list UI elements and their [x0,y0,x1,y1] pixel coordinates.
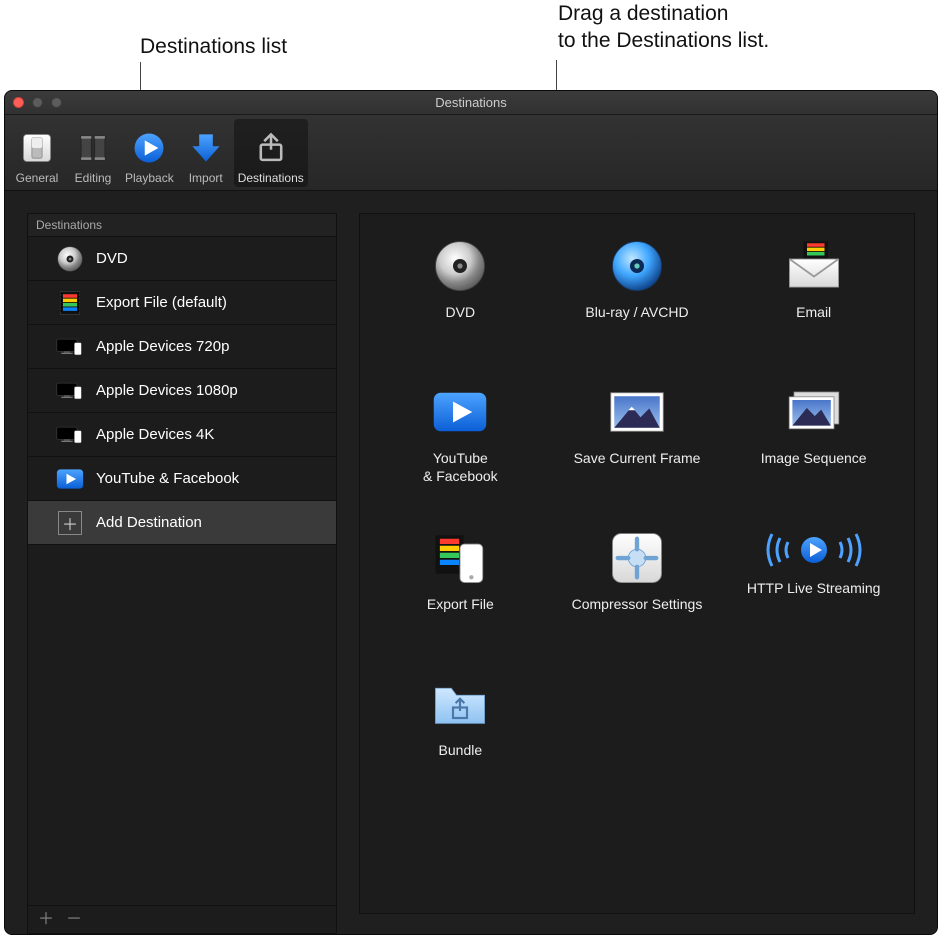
destinations-grid-panel: DVD Blu-ray / AVCHD Email YouTube& Facebook… [359,213,915,914]
list-item-label: DVD [96,250,128,267]
destinations-sidebar: Destinations DVD Export File (default) App… [27,213,337,934]
clip-icon [76,131,110,165]
film-phone-icon [432,530,488,586]
destination-tile[interactable]: DVD [376,238,545,348]
picture-stack-icon [786,384,842,440]
film-phone-icon [432,530,488,586]
destination-tile[interactable]: Image Sequence [729,384,898,494]
toolbar-tab-label: Playback [125,171,174,185]
add-button[interactable]: ＋ [38,912,54,928]
destination-tile[interactable]: Export File [376,530,545,640]
destination-tile-label: Image Sequence [761,450,867,468]
switch-icon [20,131,54,165]
youtube-icon [432,384,488,440]
disc-blue-icon [609,238,665,294]
toolbar-tab-editing[interactable]: Editing [65,119,121,187]
plus-box-icon: ＋ [56,509,84,537]
destinations-grid: DVD Blu-ray / AVCHD Email YouTube& Facebook… [376,238,898,786]
list-item-label: Export File (default) [96,294,227,311]
sidebar-header: Destinations [28,214,336,237]
preferences-toolbar: General Editing Playback Import Destinations [5,115,937,191]
share-icon [254,131,288,165]
play-icon [132,131,166,165]
http-stream-icon [766,530,862,570]
toolbar-tab-label: Editing [75,171,112,185]
destination-tile-label: Blu-ray / AVCHD [585,304,688,322]
share-icon [254,131,288,165]
destination-tile[interactable]: Blu-ray / AVCHD [553,238,722,348]
toolbar-tab-import[interactable]: Import [178,119,234,187]
list-item-label: Apple Devices 720p [96,338,229,355]
sidebar-footer: ＋ － [28,905,336,933]
compressor-icon [609,530,665,586]
destination-tile-label: Bundle [439,742,483,760]
destination-tile-label: Compressor Settings [572,596,703,614]
destinations-list[interactable]: DVD Export File (default) Apple Devices 72… [28,237,336,905]
compressor-icon [609,530,665,586]
disc-blue-icon [609,238,665,294]
list-item-label: Apple Devices 4K [96,426,214,443]
callout-label: to the Destinations list. [558,27,769,54]
toolbar-tab-playback[interactable]: Playback [121,119,178,187]
disc-icon [432,238,488,294]
destination-tile-label: Email [796,304,831,322]
list-item-label: Add Destination [96,514,202,531]
toolbar-tab-general[interactable]: General [9,119,65,187]
download-icon [189,131,223,165]
remove-button[interactable]: － [66,912,82,928]
callout-drag-destination: Drag a destination to the Destinations l… [558,0,769,55]
window-title: Destinations [5,95,937,110]
title-bar: Destinations [5,91,937,115]
destination-tile[interactable]: YouTube& Facebook [376,384,545,494]
http-stream-icon [766,530,862,570]
destination-tile[interactable]: Compressor Settings [553,530,722,640]
picture-icon [609,384,665,440]
picture-icon [609,384,665,440]
callout-label: Destinations list [140,35,287,58]
disc-icon [432,238,488,294]
download-icon [189,131,223,165]
destination-tile-label: HTTP Live Streaming [747,580,881,598]
toolbar-tab-label: Import [189,171,223,185]
clip-icon [76,131,110,165]
folder-share-icon [432,676,488,732]
preferences-window: Destinations General Editing Playback Impor… [4,90,938,935]
youtube-icon [56,465,84,493]
list-item-label: Apple Devices 1080p [96,382,238,399]
content-area: Destinations DVD Export File (default) App… [5,191,937,934]
destination-tile[interactable]: Email [729,238,898,348]
folder-share-icon [432,676,488,732]
destination-tile[interactable]: Save Current Frame [553,384,722,494]
list-item[interactable]: YouTube & Facebook [28,457,336,501]
switch-icon [20,131,54,165]
envelope-icon [786,238,842,294]
callout-label: Drag a destination [558,0,769,27]
callout-destinations-list: Destinations list [140,35,287,59]
picture-stack-icon [786,384,842,440]
destination-tile[interactable]: Bundle [376,676,545,786]
toolbar-tab-destinations[interactable]: Destinations [234,119,308,187]
toolbar-tab-label: General [16,171,59,185]
destination-tile-label: DVD [446,304,476,322]
destination-tile-label: Export File [427,596,494,614]
youtube-icon [432,384,488,440]
envelope-icon [786,238,842,294]
toolbar-tab-label: Destinations [238,171,304,185]
play-icon [132,131,166,165]
destination-tile[interactable]: HTTP Live Streaming [729,530,898,640]
destination-tile-label: Save Current Frame [574,450,701,468]
destination-tile-label: YouTube& Facebook [423,450,498,485]
list-item-label: YouTube & Facebook [96,470,239,487]
